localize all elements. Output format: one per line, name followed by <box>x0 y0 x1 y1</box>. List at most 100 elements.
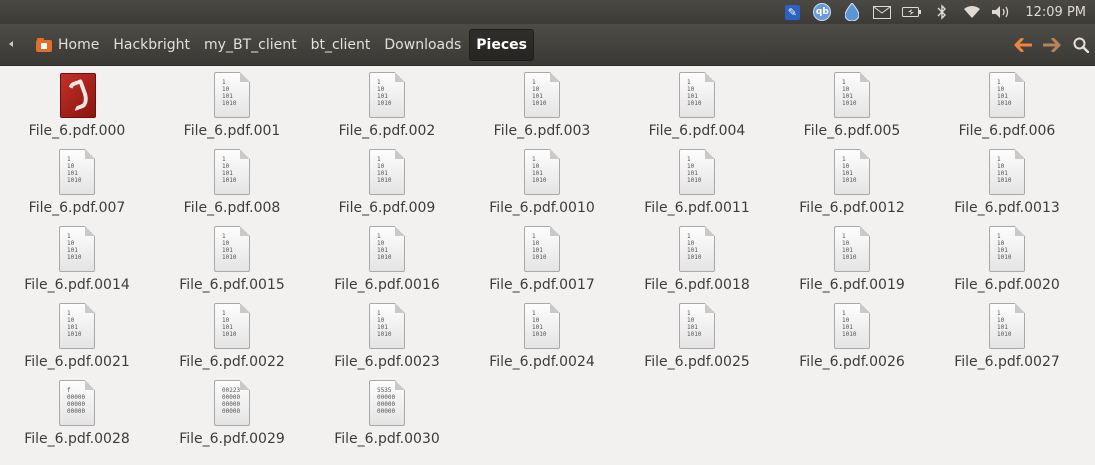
text-file-icon: 5535 00000 00000 00000 <box>369 380 405 426</box>
crumb-home-label: Home <box>58 37 100 53</box>
search-icon <box>1073 37 1089 53</box>
volume-icon[interactable] <box>987 0 1017 24</box>
file-item[interactable]: 1 10 101 1010 File_6.pdf.002 <box>317 68 457 145</box>
file-preview-text: 1 10 101 1010 <box>67 156 82 184</box>
file-preview-text: 1 10 101 1010 <box>687 156 702 184</box>
file-item[interactable]: 1 10 101 1010 File_6.pdf.008 <box>162 145 302 222</box>
file-name: File_6.pdf.0013 <box>954 200 1060 216</box>
file-name: File_6.pdf.0028 <box>24 431 130 447</box>
file-name: File_6.pdf.0018 <box>644 277 750 293</box>
file-name: File_6.pdf.0021 <box>24 354 130 370</box>
file-item[interactable]: 1 10 101 1010 File_6.pdf.007 <box>7 145 147 222</box>
file-item[interactable]: 1 10 101 1010 File_6.pdf.003 <box>472 68 612 145</box>
arrow-right-icon <box>1042 38 1060 52</box>
file-item[interactable]: 1 10 101 1010 File_6.pdf.0023 <box>317 299 457 376</box>
file-item[interactable]: 1 10 101 1010 File_6.pdf.0026 <box>782 299 922 376</box>
file-preview-text: 1 10 101 1010 <box>67 310 82 338</box>
file-preview-text: 1 10 101 1010 <box>997 156 1012 184</box>
crumb-downloads[interactable]: Downloads <box>378 29 467 61</box>
mail-icon[interactable] <box>867 0 897 24</box>
forward-button[interactable] <box>1037 29 1066 61</box>
file-name: File_6.pdf.0026 <box>799 354 905 370</box>
file-preview-text: 1 10 101 1010 <box>842 310 857 338</box>
file-item[interactable]: File_6.pdf.000 <box>7 68 147 145</box>
crumb-home[interactable]: Home <box>30 29 105 61</box>
bluetooth-icon[interactable] <box>927 0 957 24</box>
wifi-icon[interactable] <box>957 0 987 24</box>
binary-file-icon: 1 10 101 1010 <box>989 149 1025 195</box>
search-button[interactable] <box>1066 29 1095 61</box>
file-item[interactable]: 1 10 101 1010 File_6.pdf.0020 <box>937 222 1077 299</box>
file-item[interactable]: 1 10 101 1010 File_6.pdf.001 <box>162 68 302 145</box>
file-item[interactable]: 1 10 101 1010 File_6.pdf.004 <box>627 68 767 145</box>
file-preview-text: 1 10 101 1010 <box>842 233 857 261</box>
file-preview-text: 00223 00000 00000 00000 <box>222 387 241 415</box>
file-preview-text: 1 10 101 1010 <box>222 79 237 107</box>
binary-file-icon: 1 10 101 1010 <box>834 149 870 195</box>
file-item[interactable]: 1 10 101 1010 File_6.pdf.0014 <box>7 222 147 299</box>
file-preview-text: 1 10 101 1010 <box>377 79 392 107</box>
file-item[interactable]: 1 10 101 1010 File_6.pdf.0019 <box>782 222 922 299</box>
file-preview-text: f 00000 00000 00000 <box>67 387 86 415</box>
binary-file-icon: 1 10 101 1010 <box>679 303 715 349</box>
clock[interactable]: 12:09 PM <box>1017 5 1095 20</box>
file-name: File_6.pdf.0016 <box>334 277 440 293</box>
qbittorrent-label: qb <box>813 3 832 21</box>
file-name: File_6.pdf.0015 <box>179 277 285 293</box>
crumb-bt-client[interactable]: bt_client <box>305 29 377 61</box>
file-item[interactable]: 1 10 101 1010 File_6.pdf.0011 <box>627 145 767 222</box>
binary-file-icon: 1 10 101 1010 <box>989 72 1025 118</box>
file-item[interactable]: 1 10 101 1010 File_6.pdf.009 <box>317 145 457 222</box>
file-item[interactable]: f 00000 00000 00000 File_6.pdf.0028 <box>7 376 147 453</box>
binary-file-icon: 1 10 101 1010 <box>59 226 95 272</box>
battery-icon[interactable] <box>897 0 927 24</box>
file-item[interactable]: 1 10 101 1010 File_6.pdf.005 <box>782 68 922 145</box>
file-item[interactable]: 1 10 101 1010 File_6.pdf.0022 <box>162 299 302 376</box>
file-item[interactable]: 1 10 101 1010 File_6.pdf.0027 <box>937 299 1077 376</box>
file-preview-text: 1 10 101 1010 <box>997 233 1012 261</box>
file-item[interactable]: 00223 00000 00000 00000 File_6.pdf.0029 <box>162 376 302 453</box>
file-item[interactable]: 1 10 101 1010 File_6.pdf.006 <box>937 68 1077 145</box>
file-item[interactable]: 1 10 101 1010 File_6.pdf.0017 <box>472 222 612 299</box>
binary-file-icon: 1 10 101 1010 <box>369 303 405 349</box>
file-preview-text: 1 10 101 1010 <box>687 233 702 261</box>
file-item[interactable]: 1 10 101 1010 File_6.pdf.0010 <box>472 145 612 222</box>
crumb-hackbright[interactable]: Hackbright <box>107 29 196 61</box>
file-preview-text: 1 10 101 1010 <box>532 79 547 107</box>
file-name: File_6.pdf.008 <box>183 200 281 216</box>
file-name: File_6.pdf.009 <box>338 200 436 216</box>
crumb-my-bt-client[interactable]: my_BT_client <box>198 29 303 61</box>
crumb-pieces[interactable]: Pieces <box>469 29 534 61</box>
arrow-left-icon <box>1014 38 1032 52</box>
text-entry-icon[interactable]: ✎ <box>777 0 807 24</box>
crumb-label: Hackbright <box>113 37 191 53</box>
file-preview-text: 1 10 101 1010 <box>997 79 1012 107</box>
file-name: File_6.pdf.0010 <box>489 200 595 216</box>
binary-file-icon: 1 10 101 1010 <box>524 72 560 118</box>
file-item[interactable]: 1 10 101 1010 File_6.pdf.0013 <box>937 145 1077 222</box>
file-item[interactable]: 1 10 101 1010 File_6.pdf.0015 <box>162 222 302 299</box>
file-preview-text: 1 10 101 1010 <box>377 310 392 338</box>
file-name: File_6.pdf.0011 <box>644 200 750 216</box>
binary-file-icon: 1 10 101 1010 <box>989 226 1025 272</box>
file-item[interactable]: 1 10 101 1010 File_6.pdf.0016 <box>317 222 457 299</box>
file-preview-text: 1 10 101 1010 <box>687 310 702 338</box>
file-name: File_6.pdf.0014 <box>24 277 130 293</box>
file-preview-text: 1 10 101 1010 <box>377 233 392 261</box>
file-name: File_6.pdf.000 <box>28 123 126 139</box>
breadcrumb-scroll-left-icon[interactable] <box>9 41 13 47</box>
dropbox-icon[interactable] <box>837 0 867 24</box>
file-name: File_6.pdf.001 <box>183 123 281 139</box>
file-name: File_6.pdf.0025 <box>644 354 750 370</box>
binary-file-icon: 1 10 101 1010 <box>59 149 95 195</box>
back-button[interactable] <box>1008 29 1037 61</box>
file-item[interactable]: 1 10 101 1010 File_6.pdf.0021 <box>7 299 147 376</box>
file-item[interactable]: 5535 00000 00000 00000 File_6.pdf.0030 <box>317 376 457 453</box>
file-item[interactable]: 1 10 101 1010 File_6.pdf.0025 <box>627 299 767 376</box>
file-item[interactable]: 1 10 101 1010 File_6.pdf.0018 <box>627 222 767 299</box>
crumb-label: my_BT_client <box>204 37 297 53</box>
file-preview-text: 1 10 101 1010 <box>532 310 547 338</box>
file-item[interactable]: 1 10 101 1010 File_6.pdf.0012 <box>782 145 922 222</box>
qbittorrent-icon[interactable]: qb <box>807 0 837 24</box>
file-item[interactable]: 1 10 101 1010 File_6.pdf.0024 <box>472 299 612 376</box>
